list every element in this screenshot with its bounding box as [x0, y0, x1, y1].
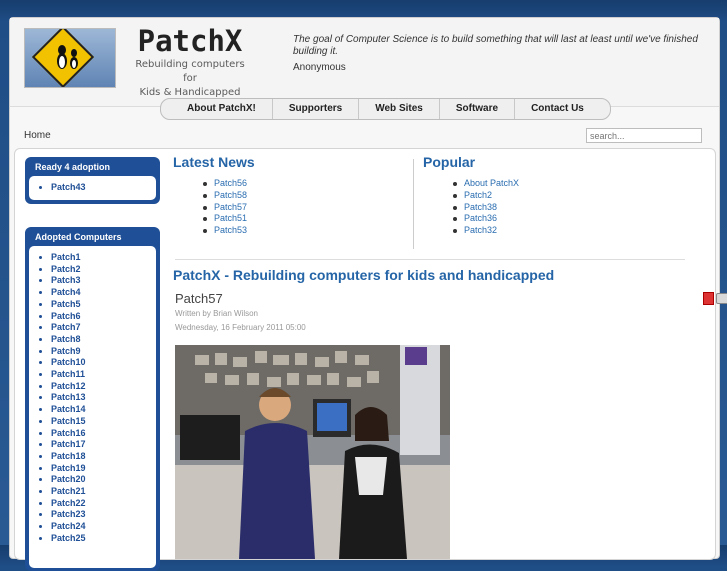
ready-item-patch43[interactable]: Patch43: [51, 182, 156, 194]
popular-item-patch36[interactable]: Patch36: [451, 213, 519, 225]
ready-module: Ready 4 adoption Patch43: [25, 157, 160, 204]
content-area: Ready 4 adoption Patch43 Adopted Compute…: [14, 148, 727, 571]
adopted-item-patch11[interactable]: Patch11: [51, 369, 156, 381]
photo-children-computer: [175, 345, 450, 559]
latest-news-item-patch58[interactable]: Patch58: [201, 190, 247, 202]
column-divider: [413, 159, 414, 249]
breadcrumb[interactable]: Home: [24, 130, 51, 141]
adopted-module: Adopted Computers Patch1Patch2Patch3Patc…: [25, 227, 160, 571]
latest-news-item-patch53[interactable]: Patch53: [201, 225, 247, 237]
module-body-adopted: Patch1Patch2Patch3Patch4Patch5Patch6Patc…: [29, 246, 156, 568]
quote-text: The goal of Computer Science is to build…: [293, 34, 698, 57]
search-input[interactable]: [586, 128, 702, 143]
adopted-list: Patch1Patch2Patch3Patch4Patch5Patch6Patc…: [29, 252, 156, 545]
page-container: PatchX Rebuilding computers for Kids & H…: [9, 17, 727, 571]
adopted-item-patch4[interactable]: Patch4: [51, 287, 156, 299]
adopted-item-patch9[interactable]: Patch9: [51, 346, 156, 358]
adopted-item-patch18[interactable]: Patch18: [51, 451, 156, 463]
adopted-item-patch20[interactable]: Patch20: [51, 474, 156, 486]
adopted-item-patch22[interactable]: Patch22: [51, 498, 156, 510]
popular-item-patch32[interactable]: Patch32: [451, 225, 519, 237]
module-title-ready: Ready 4 adoption: [35, 162, 111, 172]
adopted-item-patch3[interactable]: Patch3: [51, 275, 156, 287]
adopted-item-patch16[interactable]: Patch16: [51, 428, 156, 440]
brand: PatchX Rebuilding computers for Kids & H…: [130, 24, 250, 100]
popular-title: Popular: [423, 154, 476, 170]
article-date: Wednesday, 16 February 2011 05:00: [175, 323, 306, 332]
quote-author: Anonymous: [293, 62, 346, 73]
site-title[interactable]: PatchX: [130, 24, 250, 58]
adopted-item-patch5[interactable]: Patch5: [51, 299, 156, 311]
module-body-ready: Patch43: [29, 176, 156, 200]
article-title[interactable]: Patch57: [175, 291, 223, 306]
popular-list: About PatchX Patch2 Patch38 Patch36 Patch32: [451, 178, 519, 237]
ready-list: Patch43: [29, 182, 156, 194]
adopted-item-patch25[interactable]: Patch25: [51, 533, 156, 545]
site-tagline-line1: Rebuilding computers for: [135, 59, 245, 84]
print-icon[interactable]: [716, 293, 727, 304]
adopted-item-patch7[interactable]: Patch7: [51, 322, 156, 334]
adopted-item-patch12[interactable]: Patch12: [51, 381, 156, 393]
nav-web-sites[interactable]: Web Sites: [359, 99, 440, 119]
article-photo: [175, 345, 450, 559]
popular-item-patch2[interactable]: Patch2: [451, 190, 519, 202]
latest-news-title: Latest News: [173, 154, 255, 170]
adopted-item-patch6[interactable]: Patch6: [51, 311, 156, 323]
nav-supporters[interactable]: Supporters: [273, 99, 360, 119]
main-nav: About PatchX! Supporters Web Sites Softw…: [160, 98, 611, 120]
latest-news-item-patch57[interactable]: Patch57: [201, 202, 247, 214]
latest-news-item-patch51[interactable]: Patch51: [201, 213, 247, 225]
nav-software[interactable]: Software: [440, 99, 516, 119]
nav-contact-us[interactable]: Contact Us: [515, 99, 600, 119]
penguin-icon: [57, 45, 78, 69]
adopted-item-patch19[interactable]: Patch19: [51, 463, 156, 475]
popular-item-patch38[interactable]: Patch38: [451, 202, 519, 214]
section-divider: [175, 259, 685, 260]
nav-about-patchx[interactable]: About PatchX!: [171, 99, 273, 119]
adopted-item-patch13[interactable]: Patch13: [51, 392, 156, 404]
article-author: Written by Brian Wilson: [175, 309, 258, 318]
latest-news-item-patch56[interactable]: Patch56: [201, 178, 247, 190]
latest-news-list: Patch56 Patch58 Patch57 Patch51 Patch53: [201, 178, 247, 237]
adopted-item-patch21[interactable]: Patch21: [51, 486, 156, 498]
adopted-item-patch17[interactable]: Patch17: [51, 439, 156, 451]
adopted-item-patch23[interactable]: Patch23: [51, 509, 156, 521]
page-heading: PatchX - Rebuilding computers for kids a…: [173, 267, 555, 283]
adopted-item-patch14[interactable]: Patch14: [51, 404, 156, 416]
popular-item-about-patchx[interactable]: About PatchX: [451, 178, 519, 190]
site-header: PatchX Rebuilding computers for Kids & H…: [10, 18, 719, 120]
adopted-item-patch10[interactable]: Patch10: [51, 357, 156, 369]
adopted-item-patch8[interactable]: Patch8: [51, 334, 156, 346]
adopted-item-patch2[interactable]: Patch2: [51, 264, 156, 276]
penguin-road-sign-logo[interactable]: [24, 28, 116, 88]
module-title-adopted: Adopted Computers: [35, 232, 122, 242]
adopted-item-patch1[interactable]: Patch1: [51, 252, 156, 264]
pdf-icon[interactable]: [703, 292, 714, 305]
adopted-item-patch15[interactable]: Patch15: [51, 416, 156, 428]
header-quote: The goal of Computer Science is to build…: [293, 34, 703, 74]
adopted-item-patch24[interactable]: Patch24: [51, 521, 156, 533]
